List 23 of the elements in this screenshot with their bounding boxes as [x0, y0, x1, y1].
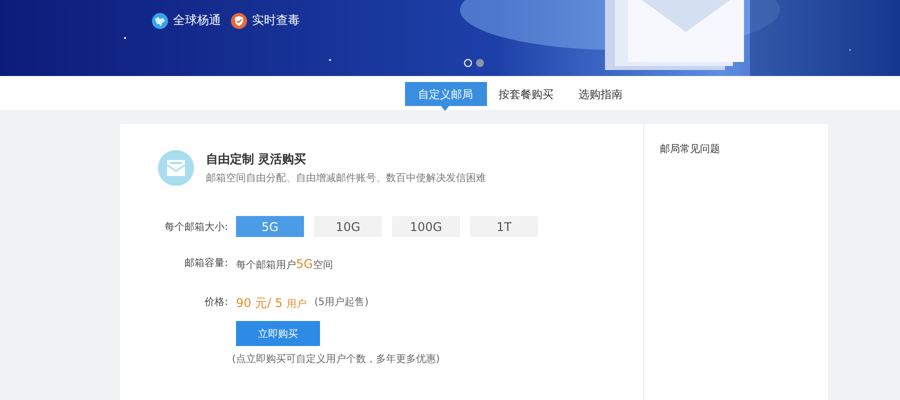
tab[interactable]: 选购指南 [566, 82, 636, 106]
capacity-label: 邮箱容量: [184, 256, 229, 270]
intro-description: 邮箱空间自由分配、自由增减邮件账号、数百中使解决发信困难 [206, 172, 486, 185]
sidebar-title: 邮局常见问题 [660, 142, 720, 156]
price-value: 90 元/ 5 用户 [236, 295, 306, 312]
feature-label: 实时查毒 [252, 12, 300, 29]
buy-button[interactable]: 立即购买 [236, 321, 320, 346]
size-option[interactable]: 10G [314, 216, 382, 237]
globe-icon [152, 12, 168, 28]
price-label: 价格: [204, 296, 229, 309]
tab[interactable]: 按套餐购买 [486, 82, 566, 106]
size-option[interactable]: 1T [470, 216, 538, 237]
size-label: 每个邮箱大小: [164, 220, 229, 234]
shield-icon [231, 12, 247, 28]
buy-footnote: (点立即购买可自定义用户个数，多年更多优惠) [232, 352, 441, 366]
size-option[interactable]: 100G [392, 216, 460, 237]
pointer-icon [440, 106, 448, 111]
feature-label: 全球杨通 [173, 12, 221, 29]
carousel-dot[interactable] [464, 59, 472, 67]
envelope-icon [158, 150, 194, 186]
price-note: (5用户起售) [314, 296, 369, 309]
intro-title: 自由定制 灵活购买 [206, 151, 308, 168]
capacity-value: 每个邮箱用户5G空间 [236, 256, 333, 272]
